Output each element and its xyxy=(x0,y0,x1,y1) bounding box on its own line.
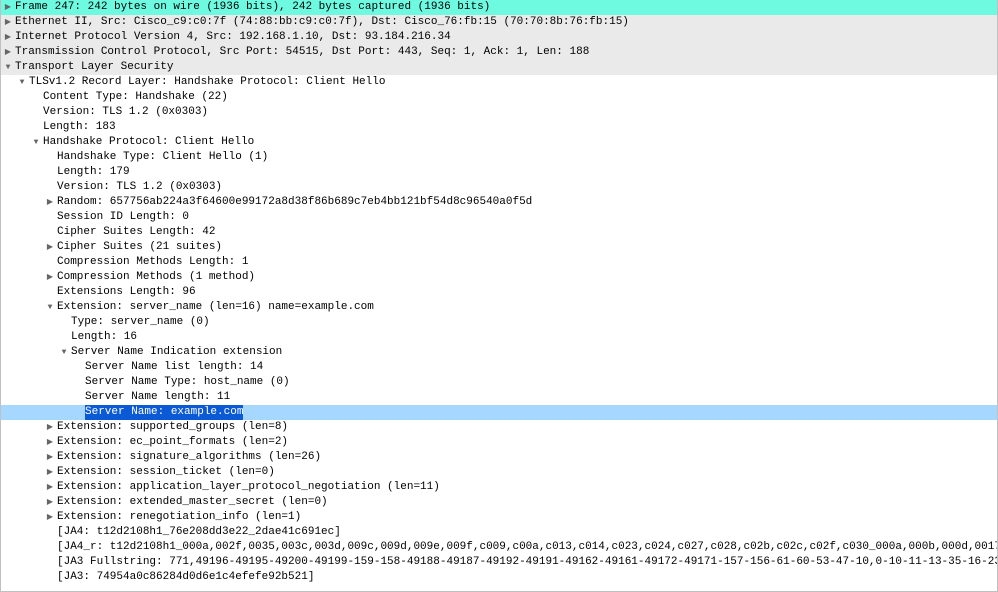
handshake-random-row[interactable]: ▶ Random: 657756ab224a3f64600e99172a8d38… xyxy=(1,195,997,210)
ja4-row[interactable]: [JA4: t12d2108h1_76e208dd3e22_2dae41c691… xyxy=(1,525,997,540)
expand-icon[interactable]: ▶ xyxy=(43,450,57,465)
expand-icon[interactable]: ▶ xyxy=(1,0,15,15)
sni-list-len-row[interactable]: Server Name list length: 14 xyxy=(1,360,997,375)
expand-icon[interactable]: ▶ xyxy=(1,15,15,30)
sni-type: Type: server_name (0) xyxy=(71,315,210,330)
ext-supported-groups: Extension: supported_groups (len=8) xyxy=(57,420,288,435)
sni-name-type: Server Name Type: host_name (0) xyxy=(85,375,290,390)
handshake-version-row[interactable]: Version: TLS 1.2 (0x0303) xyxy=(1,180,997,195)
sni-server-name-row[interactable]: Server Name: example.com xyxy=(1,405,997,420)
ext-ec-point-formats: Extension: ec_point_formats (len=2) xyxy=(57,435,288,450)
cm-len: Compression Methods Length: 1 xyxy=(57,255,248,270)
sni-name-type-row[interactable]: Server Name Type: host_name (0) xyxy=(1,375,997,390)
expand-icon[interactable]: ▶ xyxy=(1,45,15,60)
ethernet-row[interactable]: ▶ Ethernet II, Src: Cisco_c9:c0:7f (74:8… xyxy=(1,15,997,30)
expand-icon[interactable]: ▶ xyxy=(43,510,57,525)
ext-ec-point-formats-row[interactable]: ▶ Extension: ec_point_formats (len=2) xyxy=(1,435,997,450)
ext-session-ticket: Extension: session_ticket (len=0) xyxy=(57,465,275,480)
handshake-length: Length: 179 xyxy=(57,165,130,180)
sid-len: Session ID Length: 0 xyxy=(57,210,189,225)
tcp-row[interactable]: ▶ Transmission Control Protocol, Src Por… xyxy=(1,45,997,60)
tls-root-row[interactable]: ▼ Transport Layer Security xyxy=(1,60,997,75)
ext-server-name-title: Extension: server_name (len=16) name=exa… xyxy=(57,300,374,315)
handshake-version: Version: TLS 1.2 (0x0303) xyxy=(57,180,222,195)
sni-type-row[interactable]: Type: server_name (0) xyxy=(1,315,997,330)
expand-icon[interactable]: ▶ xyxy=(43,240,57,255)
tcp-header: Transmission Control Protocol, Src Port:… xyxy=(15,45,589,60)
handshake-title: Handshake Protocol: Client Hello xyxy=(43,135,254,150)
ethernet-header: Ethernet II, Src: Cisco_c9:c0:7f (74:88:… xyxy=(15,15,629,30)
ext-len-row[interactable]: Extensions Length: 96 xyxy=(1,285,997,300)
handshake-type: Handshake Type: Client Hello (1) xyxy=(57,150,268,165)
record-version: Version: TLS 1.2 (0x0303) xyxy=(43,105,208,120)
cs-row[interactable]: ▶ Cipher Suites (21 suites) xyxy=(1,240,997,255)
sni-length: Length: 16 xyxy=(71,330,137,345)
ext-sig-algs-row[interactable]: ▶ Extension: signature_algorithms (len=2… xyxy=(1,450,997,465)
sni-name-len: Server Name length: 11 xyxy=(85,390,230,405)
sid-len-row[interactable]: Session ID Length: 0 xyxy=(1,210,997,225)
sni-len-row[interactable]: Length: 16 xyxy=(1,330,997,345)
record-content-type-row[interactable]: Content Type: Handshake (22) xyxy=(1,90,997,105)
expand-icon[interactable]: ▶ xyxy=(43,495,57,510)
frame-header-row[interactable]: ▶ Frame 247: 242 bytes on wire (1936 bit… xyxy=(1,0,997,15)
ext-supported-groups-row[interactable]: ▶ Extension: supported_groups (len=8) xyxy=(1,420,997,435)
sni-extension-title: Server Name Indication extension xyxy=(71,345,282,360)
handshake-random: Random: 657756ab224a3f64600e99172a8d38f8… xyxy=(57,195,532,210)
ext-ems: Extension: extended_master_secret (len=0… xyxy=(57,495,328,510)
handshake-type-row[interactable]: Handshake Type: Client Hello (1) xyxy=(1,150,997,165)
ext-alpn: Extension: application_layer_protocol_ne… xyxy=(57,480,440,495)
record-content-type: Content Type: Handshake (22) xyxy=(43,90,228,105)
sni-name-len-row[interactable]: Server Name length: 11 xyxy=(1,390,997,405)
cs-len: Cipher Suites Length: 42 xyxy=(57,225,215,240)
collapse-icon[interactable]: ▼ xyxy=(1,60,15,75)
ja4: [JA4: t12d2108h1_76e208dd3e22_2dae41c691… xyxy=(57,525,341,540)
ja4r-row[interactable]: [JA4_r: t12d2108h1_000a,002f,0035,003c,0… xyxy=(1,540,997,555)
sni-ext-row[interactable]: ▼ Server Name Indication extension xyxy=(1,345,997,360)
packet-details-pane[interactable]: ▶ Frame 247: 242 bytes on wire (1936 bit… xyxy=(0,0,998,592)
ext-server-name-row[interactable]: ▼ Extension: server_name (len=16) name=e… xyxy=(1,300,997,315)
collapse-icon[interactable]: ▼ xyxy=(43,300,57,315)
collapse-icon[interactable]: ▼ xyxy=(57,345,71,360)
expand-icon[interactable]: ▶ xyxy=(43,420,57,435)
handshake-length-row[interactable]: Length: 179 xyxy=(1,165,997,180)
ext-reneg-row[interactable]: ▶ Extension: renegotiation_info (len=1) xyxy=(1,510,997,525)
ext-ems-row[interactable]: ▶ Extension: extended_master_secret (len… xyxy=(1,495,997,510)
ja3full-row[interactable]: [JA3 Fullstring: 771,49196-49195-49200-4… xyxy=(1,555,997,570)
cipher-suites: Cipher Suites (21 suites) xyxy=(57,240,222,255)
expand-icon[interactable]: ▶ xyxy=(1,30,15,45)
compression-methods: Compression Methods (1 method) xyxy=(57,270,255,285)
record-layer-row[interactable]: ▼ TLSv1.2 Record Layer: Handshake Protoc… xyxy=(1,75,997,90)
ext-session-ticket-row[interactable]: ▶ Extension: session_ticket (len=0) xyxy=(1,465,997,480)
ip-row[interactable]: ▶ Internet Protocol Version 4, Src: 192.… xyxy=(1,30,997,45)
tls-root: Transport Layer Security xyxy=(15,60,173,75)
ext-sig-algs: Extension: signature_algorithms (len=26) xyxy=(57,450,321,465)
expand-icon[interactable]: ▶ xyxy=(43,480,57,495)
cs-len-row[interactable]: Cipher Suites Length: 42 xyxy=(1,225,997,240)
sni-server-name: Server Name: example.com xyxy=(85,405,243,420)
collapse-icon[interactable]: ▼ xyxy=(29,135,43,150)
record-length-row[interactable]: Length: 183 xyxy=(1,120,997,135)
cm-len-row[interactable]: Compression Methods Length: 1 xyxy=(1,255,997,270)
frame-header: Frame 247: 242 bytes on wire (1936 bits)… xyxy=(15,0,490,15)
expand-icon[interactable]: ▶ xyxy=(43,270,57,285)
record-version-row[interactable]: Version: TLS 1.2 (0x0303) xyxy=(1,105,997,120)
collapse-icon[interactable]: ▼ xyxy=(15,75,29,90)
ext-alpn-row[interactable]: ▶ Extension: application_layer_protocol_… xyxy=(1,480,997,495)
expand-icon[interactable]: ▶ xyxy=(43,465,57,480)
record-length: Length: 183 xyxy=(43,120,116,135)
cm-row[interactable]: ▶ Compression Methods (1 method) xyxy=(1,270,997,285)
ja3-fullstring: [JA3 Fullstring: 771,49196-49195-49200-4… xyxy=(57,555,997,570)
extensions-length: Extensions Length: 96 xyxy=(57,285,196,300)
ext-reneg: Extension: renegotiation_info (len=1) xyxy=(57,510,301,525)
ja4r: [JA4_r: t12d2108h1_000a,002f,0035,003c,0… xyxy=(57,540,997,555)
expand-icon[interactable]: ▶ xyxy=(43,435,57,450)
sni-list-len: Server Name list length: 14 xyxy=(85,360,263,375)
handshake-row[interactable]: ▼ Handshake Protocol: Client Hello xyxy=(1,135,997,150)
expand-icon[interactable]: ▶ xyxy=(43,195,57,210)
ja3-row[interactable]: [JA3: 74954a0c86284d0d6e1c4efefe92b521] xyxy=(1,570,997,585)
record-title: TLSv1.2 Record Layer: Handshake Protocol… xyxy=(29,75,385,90)
ja3: [JA3: 74954a0c86284d0d6e1c4efefe92b521] xyxy=(57,570,314,585)
ip-header: Internet Protocol Version 4, Src: 192.16… xyxy=(15,30,451,45)
